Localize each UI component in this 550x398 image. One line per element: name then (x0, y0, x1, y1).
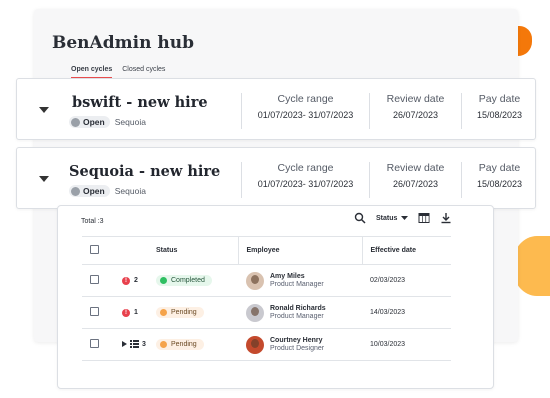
alert-icon: ! (122, 276, 130, 285)
status-badge: Pending (156, 339, 204, 350)
row-checkbox[interactable] (90, 307, 99, 316)
status-dot-icon (71, 186, 80, 196)
page-title: BenAdmin hub (52, 33, 194, 53)
employee-table: Status Employee Effective date ! 2 Comple… (82, 236, 451, 361)
status-dot-icon (160, 309, 167, 316)
alert-header (114, 236, 148, 265)
review-date-label: Review date (386, 162, 445, 174)
pay-date-value: 15/08/2023 (476, 179, 523, 189)
status-badge: Completed (156, 275, 212, 286)
pay-date-column: Pay date 15/08/2023 (461, 162, 537, 198)
review-date-column: Review date 26/07/2023 (369, 162, 461, 198)
status-badge: Open (69, 185, 110, 197)
cycle-range-label: Cycle range (277, 162, 334, 174)
review-date-column: Review date 26/07/2023 (369, 93, 461, 129)
cycle-card-bswift[interactable]: bswift - new hire Open Sequoia Cycle ran… (16, 78, 536, 140)
status-label: Pending (171, 341, 197, 348)
organization-name: Sequoia (114, 186, 146, 196)
alert-count: 1 (134, 309, 138, 316)
status-dot-icon (160, 277, 167, 284)
alert-icon: ! (122, 308, 130, 317)
table-row[interactable]: 3 Pending Courtney Henry Product Designe… (82, 328, 451, 361)
alert-cell: ! 1 (114, 296, 148, 329)
cycle-range-column: Cycle range 01/07/2023- 31/07/2023 (241, 93, 369, 129)
avatar (246, 271, 264, 290)
review-date-label: Review date (386, 93, 445, 105)
employee-name: Amy Miles (270, 272, 305, 280)
status-cell: Pending (148, 328, 238, 361)
table-header-row: Status Employee Effective date (82, 236, 451, 265)
list-icon (130, 340, 139, 348)
avatar (246, 335, 264, 354)
employee-role: Product Designer (270, 344, 325, 352)
status-label: Open (83, 117, 105, 127)
row-checkbox[interactable] (90, 339, 99, 348)
table-toolbar: Status (354, 212, 452, 224)
group-count: 3 (142, 340, 146, 348)
organization-name: Sequoia (114, 117, 146, 127)
select-all-checkbox[interactable] (90, 245, 99, 254)
cycle-card-sequoia[interactable]: Sequoia - new hire Open Sequoia Cycle ra… (16, 147, 536, 209)
status-filter-label: Status (376, 214, 398, 222)
table-row[interactable]: ! 1 Pending Ronald Richards Product Manag… (82, 296, 451, 329)
status-badge: Open (69, 116, 110, 128)
status-cell: Pending (148, 296, 238, 329)
chevron-down-icon (401, 215, 409, 220)
alert-cell: ! 2 (114, 264, 148, 297)
employee-header: Employee (237, 236, 362, 265)
expand-chevron-icon[interactable] (39, 176, 49, 182)
cycle-name: bswift - new hire (72, 94, 208, 111)
search-icon[interactable] (354, 212, 366, 224)
cycle-range-column: Cycle range 01/07/2023- 31/07/2023 (241, 162, 369, 198)
cycle-range-label: Cycle range (277, 93, 334, 105)
employee-table-panel: Total :3 Status Status Employee Effectiv… (57, 205, 494, 389)
row-checkbox[interactable] (90, 275, 99, 284)
cycle-status-row: Open Sequoia (69, 116, 146, 128)
employee-cell: Courtney Henry Product Designer (238, 328, 362, 361)
cycle-range-value: 01/07/2023- 31/07/2023 (257, 110, 354, 120)
status-label: Pending (171, 309, 197, 316)
status-label: Open (83, 186, 105, 196)
status-filter-dropdown[interactable]: Status (376, 214, 409, 222)
row-select-cell (82, 328, 114, 361)
table-row[interactable]: ! 2 Completed Amy Miles Product Manager 0… (82, 264, 451, 297)
cycle-range-value: 01/07/2023- 31/07/2023 (257, 179, 354, 189)
employee-name: Courtney Henry (270, 336, 323, 344)
total-count: Total :3 (81, 218, 104, 225)
pay-date-value: 15/08/2023 (476, 110, 523, 120)
employee-role: Product Manager (270, 312, 324, 320)
effective-date-header: Effective date (361, 236, 451, 265)
effective-date-cell: 14/03/2023 (362, 296, 451, 329)
employee-cell: Ronald Richards Product Manager (238, 296, 362, 329)
row-select-cell (82, 296, 114, 329)
status-label: Completed (171, 277, 205, 284)
effective-date-cell: 10/03/2023 (362, 328, 451, 361)
expand-chevron-icon[interactable] (39, 107, 49, 113)
select-all-header (82, 236, 114, 265)
status-header: Status (148, 236, 238, 265)
effective-date-cell: 02/03/2023 (362, 264, 451, 297)
alert-count: 2 (134, 277, 138, 284)
employee-cell: Amy Miles Product Manager (238, 264, 362, 297)
columns-icon[interactable] (418, 212, 430, 224)
group-cell: 3 (114, 328, 148, 361)
pay-date-label: Pay date (478, 93, 521, 105)
review-date-value: 26/07/2023 (392, 110, 439, 120)
pay-date-column: Pay date 15/08/2023 (461, 93, 537, 129)
status-badge: Pending (156, 307, 204, 318)
download-icon[interactable] (440, 212, 452, 224)
employee-name: Ronald Richards (270, 304, 326, 312)
cycle-name: Sequoia - new hire (69, 163, 221, 180)
status-dot-icon (71, 117, 80, 127)
row-select-cell (82, 264, 114, 297)
pay-date-label: Pay date (478, 162, 521, 174)
employee-role: Product Manager (270, 280, 324, 288)
chevron-right-icon[interactable] (122, 341, 127, 347)
avatar (246, 303, 264, 322)
status-cell: Completed (148, 264, 238, 297)
status-dot-icon (160, 341, 167, 348)
cycle-status-row: Open Sequoia (69, 185, 146, 197)
review-date-value: 26/07/2023 (392, 179, 439, 189)
